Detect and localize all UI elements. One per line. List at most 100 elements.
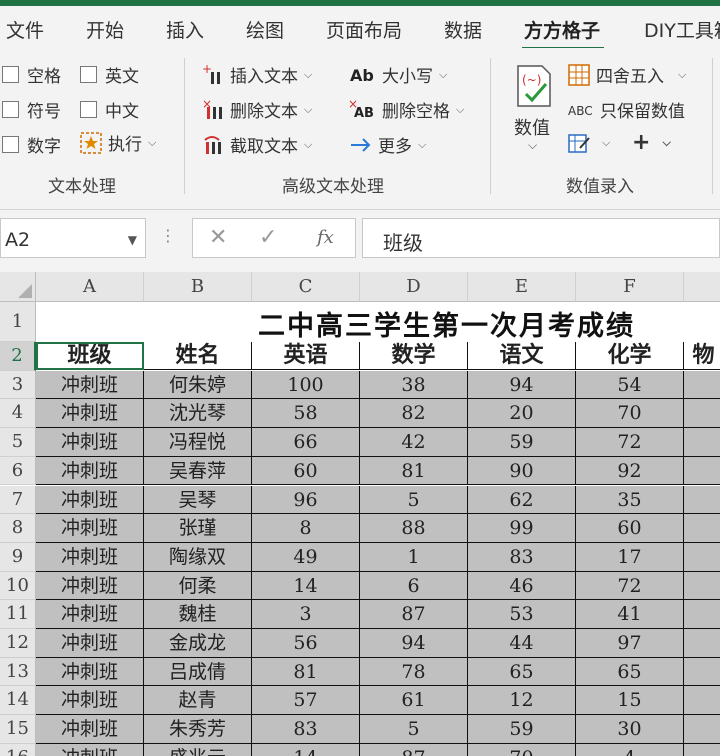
table-cell[interactable]: 49 (252, 542, 360, 572)
table-cell[interactable]: 53 (468, 600, 576, 629)
table-cell[interactable]: 冯程悦 (144, 428, 252, 457)
table-cell[interactable]: 盛兆云 (144, 743, 252, 756)
checkbox-number[interactable]: 数字 (2, 132, 61, 157)
table-cell[interactable]: 冲刺班 (36, 370, 144, 400)
row-header[interactable]: 8 (0, 514, 36, 543)
checkbox-icon[interactable] (2, 66, 19, 83)
table-cell[interactable]: 96 (252, 485, 360, 515)
table-cell[interactable]: 70 (576, 399, 684, 429)
row-header[interactable]: 5 (0, 428, 36, 457)
column-header[interactable]: B (144, 272, 252, 302)
table-cell[interactable]: 81 (360, 456, 468, 486)
table-cell[interactable]: 14 (252, 743, 360, 756)
column-header[interactable]: E (468, 272, 576, 302)
row-header[interactable]: 9 (0, 542, 36, 572)
cancel-icon[interactable]: ✕ (209, 225, 227, 250)
row-header[interactable]: 14 (0, 686, 36, 716)
table-cell[interactable] (684, 715, 720, 744)
delete-text-button[interactable]: × 删除文本 ⌵ (202, 97, 312, 123)
checkbox-english[interactable]: 英文 (80, 62, 139, 87)
table-cell[interactable]: 60 (576, 514, 684, 543)
table-cell[interactable]: 59 (468, 715, 576, 744)
table-cell[interactable]: 83 (252, 715, 360, 744)
table-cell[interactable]: 44 (468, 629, 576, 658)
table-cell[interactable]: 65 (576, 657, 684, 687)
table-cell[interactable]: 金成龙 (144, 629, 252, 658)
table-cell[interactable]: 82 (360, 399, 468, 429)
checkbox-icon[interactable] (80, 101, 97, 118)
tab-file[interactable]: 文件 (6, 16, 44, 43)
table-cell[interactable]: 38 (360, 370, 468, 400)
row-header[interactable]: 15 (0, 715, 36, 744)
table-cell[interactable]: 60 (252, 456, 360, 486)
table-cell[interactable]: 魏桂 (144, 600, 252, 629)
table-cell[interactable] (684, 428, 720, 457)
column-header[interactable] (684, 272, 720, 302)
table-cell[interactable]: 张瑾 (144, 514, 252, 543)
row-header[interactable]: 13 (0, 657, 36, 687)
table-cell[interactable]: 66 (252, 428, 360, 457)
table-cell[interactable]: 5 (360, 715, 468, 744)
header-cell[interactable]: 班级 (36, 342, 144, 370)
table-cell[interactable]: 90 (468, 456, 576, 486)
case-button[interactable]: Ab 大小写 ⌵ (350, 62, 447, 88)
name-box[interactable]: A2 ▼ (0, 218, 146, 258)
row-header[interactable]: 12 (0, 629, 36, 658)
table-cell[interactable] (684, 485, 720, 515)
table-cell[interactable]: 15 (576, 686, 684, 716)
table-cell[interactable]: 61 (360, 686, 468, 716)
edit-table-button[interactable]: ⌵ (568, 132, 610, 154)
title-cell[interactable]: 二中高三学生第一次月考成绩 (36, 302, 720, 342)
tab-insert[interactable]: 插入 (166, 16, 204, 43)
table-cell[interactable]: 冲刺班 (36, 715, 144, 744)
table-cell[interactable]: 赵青 (144, 686, 252, 716)
row-header[interactable]: 10 (0, 571, 36, 601)
table-cell[interactable]: 冲刺班 (36, 399, 144, 429)
table-cell[interactable]: 沈光琴 (144, 399, 252, 429)
table-cell[interactable]: 88 (360, 514, 468, 543)
table-cell[interactable]: 冲刺班 (36, 571, 144, 601)
more-dots-icon[interactable]: ⋮ (160, 226, 176, 245)
row-header[interactable]: 6 (0, 456, 36, 486)
table-cell[interactable]: 56 (252, 629, 360, 658)
table-cell[interactable] (684, 571, 720, 601)
table-cell[interactable]: 94 (468, 370, 576, 400)
table-cell[interactable]: 吕成倩 (144, 657, 252, 687)
add-button[interactable]: + ⌵ (632, 130, 671, 155)
table-cell[interactable]: 58 (252, 399, 360, 429)
header-cell[interactable]: 数学 (360, 342, 468, 370)
table-cell[interactable] (684, 542, 720, 572)
table-cell[interactable]: 6 (360, 571, 468, 601)
execute-button[interactable]: 执行 ⌵ (80, 130, 156, 155)
header-cell[interactable]: 物 (684, 342, 720, 370)
row-header[interactable]: 1 (0, 302, 36, 342)
table-cell[interactable]: 62 (468, 485, 576, 515)
table-cell[interactable]: 72 (576, 571, 684, 601)
table-cell[interactable]: 何朱婷 (144, 370, 252, 400)
table-cell[interactable]: 35 (576, 485, 684, 515)
column-header[interactable]: A (36, 272, 144, 302)
table-cell[interactable]: 冲刺班 (36, 629, 144, 658)
table-cell[interactable]: 65 (468, 657, 576, 687)
insert-function-icon[interactable]: fx (317, 227, 334, 248)
table-cell[interactable] (684, 456, 720, 486)
table-cell[interactable]: 5 (360, 485, 468, 515)
table-cell[interactable]: 冲刺班 (36, 542, 144, 572)
table-cell[interactable] (684, 399, 720, 429)
column-header[interactable]: F (576, 272, 684, 302)
table-cell[interactable]: 78 (360, 657, 468, 687)
tab-fangfang[interactable]: 方方格子 (524, 16, 600, 43)
caret-down-icon[interactable]: ▼ (128, 233, 137, 247)
table-cell[interactable]: 81 (252, 657, 360, 687)
table-cell[interactable]: 1 (360, 542, 468, 572)
table-cell[interactable]: 17 (576, 542, 684, 572)
table-cell[interactable]: 97 (576, 629, 684, 658)
table-cell[interactable]: 8 (252, 514, 360, 543)
table-cell[interactable] (684, 514, 720, 543)
table-cell[interactable]: 70 (468, 743, 576, 756)
table-cell[interactable]: 12 (468, 686, 576, 716)
row-header[interactable]: 3 (0, 370, 36, 400)
header-cell[interactable]: 英语 (252, 342, 360, 370)
table-cell[interactable]: 30 (576, 715, 684, 744)
table-cell[interactable]: 94 (360, 629, 468, 658)
